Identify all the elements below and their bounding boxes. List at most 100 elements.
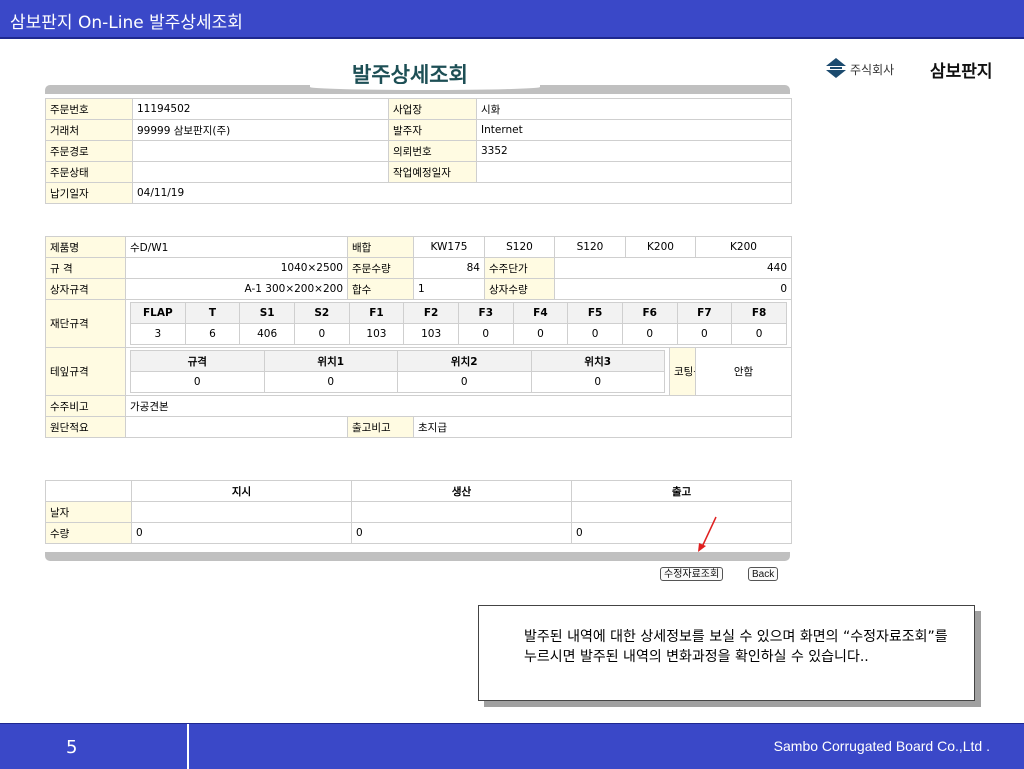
progress-header-ship: 출고 <box>571 480 792 502</box>
cut-header: S2 <box>293 302 350 324</box>
spec-label: 규 격 <box>45 257 126 279</box>
route-value <box>132 140 389 162</box>
qty-value: 0 <box>351 522 572 544</box>
mix-label: 배합 <box>347 236 414 258</box>
history-button[interactable]: 수정자료조회 <box>660 567 724 581</box>
page-number: 5 <box>66 737 78 758</box>
tape-header: 위치2 <box>397 350 532 372</box>
date-label: 날자 <box>45 501 132 523</box>
count-value: 1 <box>413 278 485 300</box>
footer-bar: 5 Sambo Corrugated Board Co.,Ltd . <box>0 723 1024 769</box>
help-callout: 발주된 내역에 대한 상세정보를 보실 수 있으며 화면의 “수정자료조회”를 … <box>478 605 975 701</box>
cut-value: 0 <box>512 323 569 345</box>
back-button[interactable]: Back <box>748 567 779 581</box>
product-name-label: 제품명 <box>45 236 126 258</box>
box-spec-label: 상자규격 <box>45 278 126 300</box>
tape-header: 위치3 <box>530 350 665 372</box>
mix-value: S120 <box>554 236 626 258</box>
mix-value: S120 <box>484 236 555 258</box>
qty-value: 0 <box>131 522 352 544</box>
red-arrow-icon <box>698 516 717 552</box>
customer-label: 거래처 <box>45 119 133 141</box>
cut-header: S1 <box>239 302 295 324</box>
delivery-value: 04/11/19 <box>132 182 792 204</box>
status-label: 주문상태 <box>45 161 133 183</box>
unit-price-label: 수주단가 <box>484 257 555 279</box>
cut-value: 0 <box>457 323 514 345</box>
cut-header: F1 <box>348 302 405 324</box>
cut-header: F4 <box>512 302 569 324</box>
date-value <box>571 501 792 523</box>
order-info-table: 주문번호 11194502 사업장 시화 거래처 99999 삼보판지(주) 발… <box>45 98 792 204</box>
ship-remark-value: 초지급 <box>413 416 792 438</box>
date-value <box>131 501 352 523</box>
bottom-bar-decoration <box>45 552 790 561</box>
cut-value: 103 <box>348 323 405 345</box>
product-table: 제품명 수D/W1 배합 KW175 S120 S120 K200 K200 규… <box>45 236 792 438</box>
orderer-label: 발주자 <box>388 119 477 141</box>
box-qty-value: 0 <box>554 278 792 300</box>
cut-value: 3 <box>130 323 186 345</box>
footer-divider <box>187 724 189 769</box>
cut-header: F6 <box>621 302 678 324</box>
order-no-value: 11194502 <box>132 98 389 120</box>
callout-text: 발주된 내역에 대한 상세정보를 보실 수 있으며 화면의 “수정자료조회”를 … <box>524 629 948 665</box>
sambo-logo-icon <box>826 58 846 78</box>
cut-header: FLAP <box>130 302 186 324</box>
title-bar-decoration <box>45 84 790 94</box>
product-name-value: 수D/W1 <box>125 236 348 258</box>
tape-spec-subtable: 규격 위치1 위치2 위치3 0 0 0 0 <box>130 350 665 393</box>
progress-header-produce: 생산 <box>351 480 572 502</box>
top-bar: 삼보판지 On-Line 발주상세조회 <box>0 0 1024 39</box>
site-label: 사업장 <box>388 98 477 120</box>
cut-header: F3 <box>457 302 514 324</box>
cut-value: 6 <box>184 323 241 345</box>
order-no-label: 주문번호 <box>45 98 133 120</box>
spec-value: 1040×2500 <box>125 257 348 279</box>
cut-value: 0 <box>676 323 733 345</box>
qty-value: 0 <box>571 522 792 544</box>
mix-value: KW175 <box>413 236 485 258</box>
cut-spec-cell: FLAP T S1 S2 F1 F2 F3 F4 F5 F6 F7 F8 3 6… <box>125 299 792 348</box>
count-label: 합수 <box>347 278 414 300</box>
order-qty-value: 84 <box>413 257 485 279</box>
tape-header: 위치1 <box>263 350 398 372</box>
box-qty-label: 상자수량 <box>484 278 555 300</box>
cut-value: 0 <box>731 323 787 345</box>
cut-header: F7 <box>676 302 733 324</box>
order-qty-label: 주문수량 <box>347 257 414 279</box>
raw-value <box>125 416 348 438</box>
mix-value: K200 <box>695 236 792 258</box>
cut-value: 0 <box>621 323 678 345</box>
tape-value: 0 <box>397 371 532 393</box>
tape-header: 규격 <box>130 350 265 372</box>
progress-corner <box>45 480 132 502</box>
tape-spec-label: 테잎규격 <box>45 347 126 396</box>
cut-spec-subtable: FLAP T S1 S2 F1 F2 F3 F4 F5 F6 F7 F8 3 6… <box>130 302 787 345</box>
logo-prefix: 주식회사 <box>850 63 895 77</box>
orderer-value: Internet <box>476 119 792 141</box>
site-value: 시화 <box>476 98 792 120</box>
unit-price-value: 440 <box>554 257 792 279</box>
cut-header: F2 <box>403 302 459 324</box>
tape-value: 0 <box>130 371 265 393</box>
ship-remark-label: 출고비고 <box>347 416 414 438</box>
remark-value: 가공견본 <box>125 395 792 417</box>
status-value <box>132 161 389 183</box>
cut-header: F5 <box>567 302 623 324</box>
raw-label: 원단적요 <box>45 416 126 438</box>
date-value <box>351 501 572 523</box>
footer-company: Sambo Corrugated Board Co.,Ltd . <box>773 738 990 754</box>
work-date-value <box>476 161 792 183</box>
qty-label: 수량 <box>45 522 132 544</box>
box-spec-value: A-1 300×200×200 <box>125 278 348 300</box>
tape-value: 0 <box>530 371 665 393</box>
cut-spec-label: 재단규격 <box>45 299 126 348</box>
tape-spec-cell: 규격 위치1 위치2 위치3 0 0 0 0 <box>125 347 670 396</box>
customer-value: 99999 삼보판지(주) <box>132 119 389 141</box>
coating-label: 코팅구분 <box>669 347 696 396</box>
cut-value: 103 <box>403 323 459 345</box>
remark-label: 수주비고 <box>45 395 126 417</box>
cut-header: T <box>184 302 241 324</box>
work-date-label: 작업예정일자 <box>388 161 477 183</box>
